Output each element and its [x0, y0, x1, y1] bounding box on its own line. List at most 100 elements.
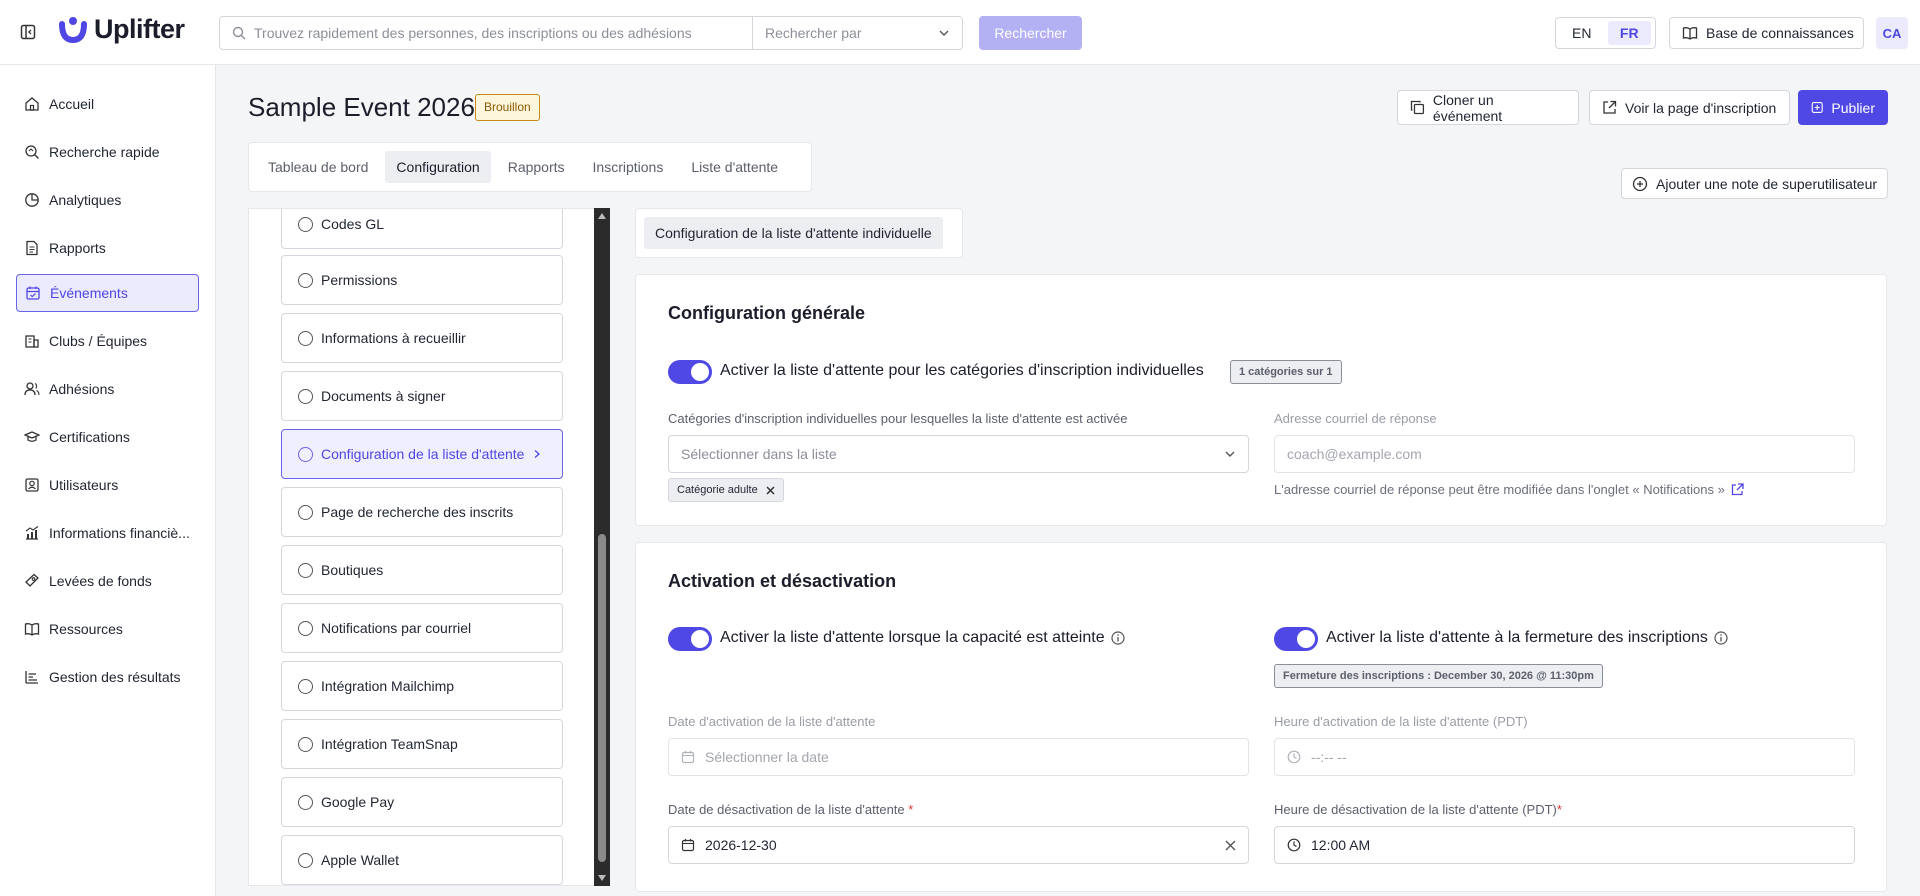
deactivation-time-field[interactable]: 12:00 AM	[1274, 826, 1855, 864]
sidebar-item-levees-de-fonds[interactable]: Levées de fonds	[16, 562, 199, 600]
settings-item-integration-teamsnap[interactable]: Intégration TeamSnap	[281, 719, 563, 769]
tab-tableau-de-bord[interactable]: Tableau de bord	[257, 151, 379, 183]
info-icon[interactable]	[1714, 631, 1728, 645]
closing-waitlist-toggle[interactable]	[1274, 627, 1318, 651]
sidebar-item-accueil[interactable]: Accueil	[16, 85, 199, 123]
radio-icon	[298, 504, 313, 520]
sidebar-item-recherche-rapide[interactable]: Recherche rapide	[16, 133, 199, 171]
tab-configuration[interactable]: Configuration	[385, 151, 491, 183]
info-icon[interactable]	[1111, 631, 1125, 645]
pie-chart-icon	[25, 193, 39, 207]
sidebar-item-gestion-des-resultats[interactable]: Gestion des résultats	[16, 658, 199, 696]
settings-item-google-pay[interactable]: Google Pay	[281, 777, 563, 827]
capacity-waitlist-toggle-text: Activer la liste d'attente lorsque la ca…	[720, 629, 1105, 646]
sidebar-item-rapports[interactable]: Rapports	[16, 229, 199, 267]
settings-item-label: Permissions	[321, 272, 398, 288]
sidebar-item-analytiques[interactable]: Analytiques	[16, 181, 199, 219]
settings-item-label: Documents à signer	[321, 388, 446, 404]
tab-liste-d-attente[interactable]: Liste d'attente	[680, 151, 789, 183]
waitlist-subtabs: Configuration de la liste d'attente indi…	[635, 208, 963, 258]
search-button[interactable]: Rechercher	[979, 16, 1082, 50]
clone-event-button[interactable]: Cloner un événement	[1397, 90, 1579, 125]
search-input[interactable]	[254, 25, 744, 41]
sidebar-item-certifications[interactable]: Certifications	[16, 418, 199, 456]
sidebar-item-clubs-equipes[interactable]: Clubs / Équipes	[16, 322, 199, 360]
sidebar-item-label: Accueil	[49, 96, 95, 112]
settings-item-page-recherche-inscrits[interactable]: Page de recherche des inscrits	[281, 487, 563, 537]
sidebar-item-label: Utilisateurs	[49, 477, 119, 493]
radio-icon	[298, 216, 313, 232]
settings-item-label: Google Pay	[321, 794, 395, 810]
search-icon	[232, 26, 246, 40]
deactivation-time-label: Heure de désactivation de la liste d'att…	[1274, 802, 1562, 817]
general-config-title: Configuration générale	[668, 303, 866, 323]
settings-item-notifications-courriel[interactable]: Notifications par courriel	[281, 603, 563, 653]
individual-waitlist-toggle[interactable]	[668, 360, 712, 384]
sidebar-item-ressources[interactable]: Ressources	[16, 610, 199, 648]
settings-item-codes-gl[interactable]: Codes GL	[281, 209, 563, 249]
lang-en-button[interactable]: EN	[1560, 21, 1604, 45]
chevron-down-icon	[1225, 451, 1235, 457]
settings-item-informations-a-recueillir[interactable]: Informations à recueillir	[281, 313, 563, 363]
activation-time-placeholder: --:-- --	[1311, 749, 1347, 765]
sidebar-toggle-icon[interactable]	[20, 24, 36, 40]
radio-icon	[298, 272, 313, 288]
external-link-icon	[1603, 100, 1617, 114]
knowledge-base-label: Base de connaissances	[1706, 25, 1854, 41]
settings-item-permissions[interactable]: Permissions	[281, 255, 563, 305]
sidebar-item-utilisateurs[interactable]: Utilisateurs	[16, 466, 199, 504]
publish-button[interactable]: Publier	[1798, 90, 1888, 125]
clear-icon[interactable]	[1225, 840, 1236, 851]
finance-chart-icon	[25, 526, 39, 540]
plus-circle-icon	[1632, 176, 1648, 191]
view-registration-page-label: Voir la page d'inscription	[1625, 99, 1777, 116]
deactivation-date-field[interactable]: 2026-12-30	[668, 826, 1249, 864]
deactivation-date-label-text: Date de désactivation de la liste d'atte…	[668, 802, 905, 817]
chevron-right-icon	[535, 450, 541, 458]
radio-icon	[298, 562, 313, 578]
radio-icon	[298, 678, 313, 694]
app-logo[interactable]: Uplifter	[58, 14, 185, 45]
settings-scrollbar[interactable]	[594, 208, 610, 886]
sidebar-item-label: Analytiques	[49, 192, 122, 208]
sidebar-item-adhesions[interactable]: Adhésions	[16, 370, 199, 408]
user-avatar[interactable]: CA	[1876, 17, 1908, 49]
settings-item-integration-mailchimp[interactable]: Intégration Mailchimp	[281, 661, 563, 711]
activation-card: Activation et désactivation Activer la l…	[635, 542, 1887, 892]
settings-item-configuration-liste-attente[interactable]: Configuration de la liste d'attente	[281, 429, 563, 479]
selected-category-label: Catégorie adulte	[677, 484, 758, 496]
search-by-select[interactable]: Rechercher par	[753, 17, 962, 49]
reply-email-label: Adresse courriel de réponse	[1274, 411, 1437, 426]
reply-email-placeholder: coach@example.com	[1287, 446, 1422, 462]
settings-item-boutiques[interactable]: Boutiques	[281, 545, 563, 595]
categories-label: Catégories d'inscription individuelles p…	[668, 411, 1128, 426]
sidebar-item-label: Informations financiè...	[49, 525, 190, 541]
sidebar-item-evenements[interactable]: Événements	[16, 274, 199, 312]
external-link-icon[interactable]	[1731, 483, 1744, 496]
scroll-thumb[interactable]	[598, 534, 606, 862]
calendar-icon	[681, 751, 695, 764]
capacity-waitlist-toggle[interactable]	[668, 627, 712, 651]
subtab-individual-waitlist[interactable]: Configuration de la liste d'attente indi…	[644, 217, 943, 249]
clone-event-label: Cloner un événement	[1432, 91, 1503, 124]
logo-mark-icon	[59, 16, 87, 43]
sidebar-item-label: Adhésions	[49, 381, 115, 397]
scroll-down-arrow-icon[interactable]	[597, 874, 607, 882]
tab-rapports[interactable]: Rapports	[497, 151, 576, 183]
radio-icon	[298, 794, 313, 810]
deactivation-time-value: 12:00 AM	[1311, 837, 1371, 853]
scroll-up-arrow-icon[interactable]	[597, 212, 607, 220]
settings-item-apple-wallet[interactable]: Apple Wallet	[281, 835, 563, 885]
app-name: Uplifter	[94, 14, 185, 44]
close-icon[interactable]	[766, 485, 775, 495]
add-superuser-note-button[interactable]: Ajouter une note de superutilisateur	[1621, 168, 1888, 199]
view-registration-page-button[interactable]: Voir la page d'inscription	[1589, 90, 1790, 125]
lang-fr-button[interactable]: FR	[1607, 21, 1651, 45]
settings-item-documents-a-signer[interactable]: Documents à signer	[281, 371, 563, 421]
categories-select[interactable]: Sélectionner dans la liste	[668, 435, 1249, 473]
sidebar-item-informations-financieres[interactable]: Informations financiè...	[16, 514, 199, 552]
sidebar-item-label: Recherche rapide	[49, 144, 160, 160]
categories-select-placeholder: Sélectionner dans la liste	[681, 446, 837, 462]
tab-inscriptions[interactable]: Inscriptions	[582, 151, 675, 183]
knowledge-base-button[interactable]: Base de connaissances	[1669, 17, 1864, 49]
